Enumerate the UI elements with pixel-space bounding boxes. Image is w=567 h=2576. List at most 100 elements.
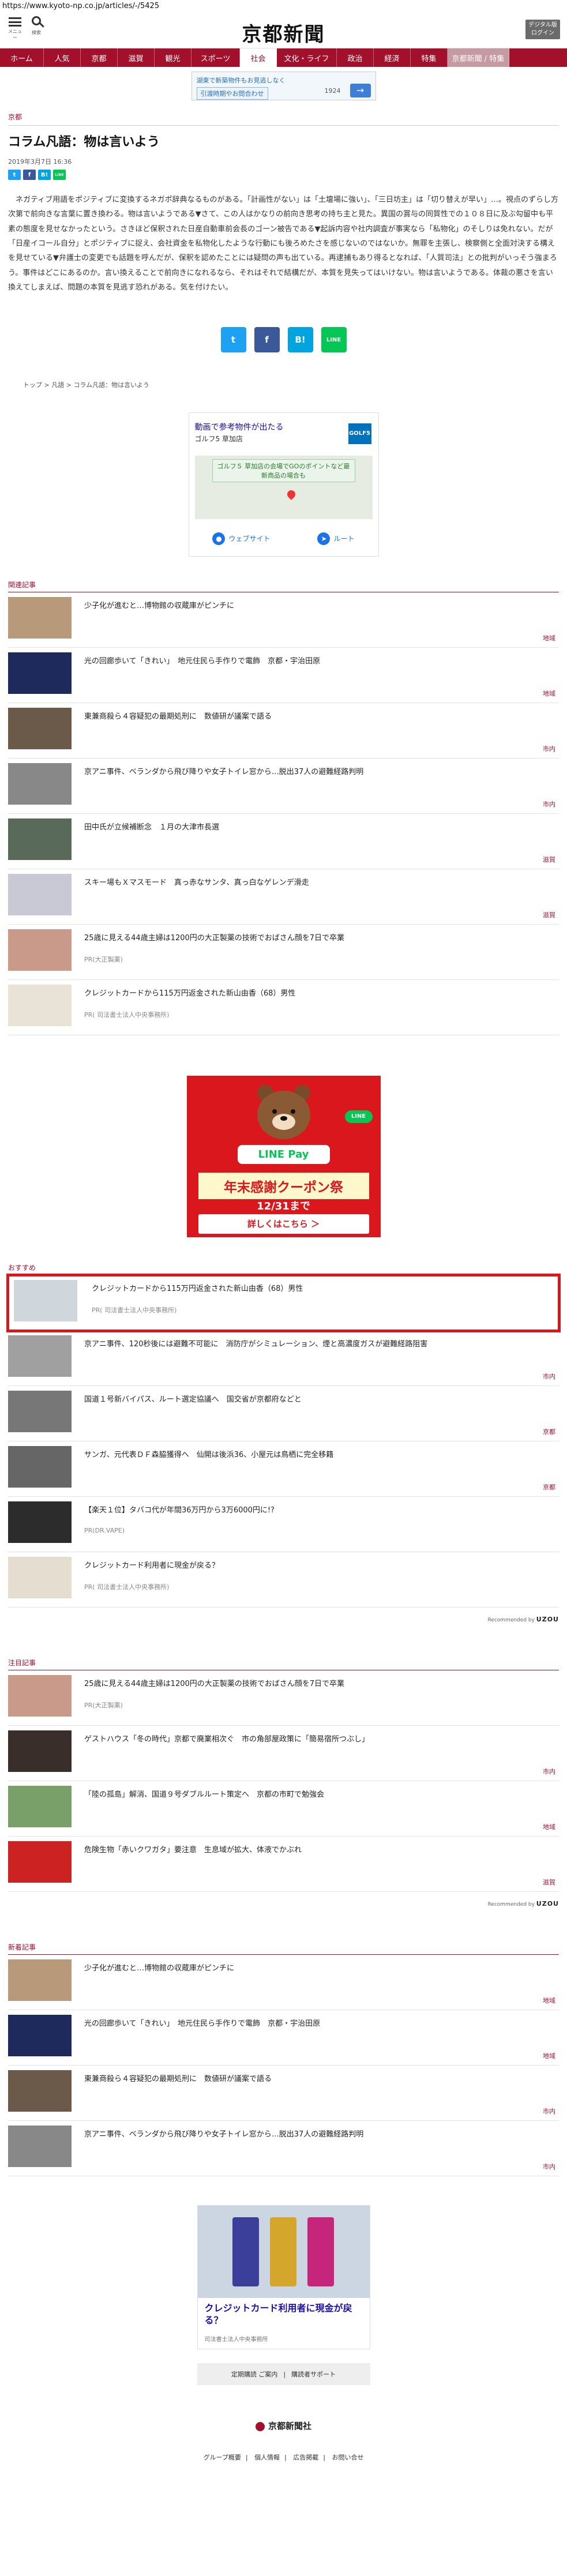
item-title: 光の回廊歩いて「きれい」 地元住民ら手作りで電飾 京都・宇治田原 (84, 2019, 321, 2029)
nav-kyoto[interactable]: 京都 (81, 48, 118, 67)
hatena-share-icon[interactable]: B! (287, 327, 313, 353)
thumbnail (8, 985, 72, 1027)
related-item[interactable]: 少子化が進むと…博物館の収蔵庫がピンチに 地域 (8, 592, 559, 648)
attention-item[interactable]: 「陸の孤島」解消、国道９号ダブルルート策定へ 京都の市町で勉強会 地域 (8, 1781, 559, 1837)
item-category-tag[interactable]: 地域 (543, 1996, 555, 2005)
nav-popular[interactable]: 人気 (44, 48, 81, 67)
newest-item[interactable]: 光の回廊歩いて「きれい」 地元住民ら手作りで電飾 京都・宇治田原地域 (8, 2010, 559, 2066)
line-ad-cta-button[interactable]: 詳しくはこちら ＞ (198, 1214, 369, 1234)
breadcrumb-top[interactable]: トップ (23, 381, 42, 389)
uzou-logo[interactable]: UZOU (536, 1616, 559, 1623)
item-title: スキー場もＸマスモード 真っ赤なサンタ、真っ白なゲレンデ滑走 (84, 878, 309, 888)
thumbnail (8, 818, 72, 861)
map-ad-title: 動画で参考物件が出たる (194, 423, 284, 433)
breadcrumb-current: コラム凡語：物は言いよう (73, 381, 149, 389)
item-category-tag[interactable]: 地域 (543, 689, 555, 698)
newest-item[interactable]: 京アニ事件、ベランダから飛び降りや女子トイレ窓から…脱出37人の避難経路判明 市内 (8, 2121, 559, 2177)
item-category-tag[interactable]: 市内 (543, 744, 555, 753)
footer-link-privacy[interactable]: 個人情報 (250, 2454, 284, 2461)
item-category-tag[interactable]: 京都 (543, 1482, 555, 1492)
footer-link-ads[interactable]: 広告掲載 (288, 2454, 323, 2461)
related-item[interactable]: クレジットカードから115万円返金された新山由香（68）男性 PR( 司法書士法人… (8, 980, 559, 1036)
twitter-icon[interactable]: t (8, 170, 21, 180)
nav-politics[interactable]: 政治 (337, 48, 374, 67)
item-category-tag[interactable]: 滋賀 (543, 855, 555, 864)
map-ad[interactable]: 動画で参考物件が出たる ゴルフ5 草加店 GOLF5 ゴルフ５ 草加店の会場でG… (188, 412, 379, 557)
footer-link-contact[interactable]: お問い合せ (327, 2454, 368, 2461)
item-category-tag[interactable]: 市内 (543, 1767, 555, 1776)
recommend-item[interactable]: 【楽天１位】タバコ代が年間36万円から3万6000円に!? PR(DR.VAPE) (8, 1497, 559, 1553)
thumbnail (8, 1730, 72, 1773)
attention-item[interactable]: ゲストハウス「冬の時代」京都で廃業相次ぐ 市の角部屋政策に「簡易宿所つぶし」市内 (8, 1726, 559, 1782)
nav-tourism[interactable]: 観光 (155, 48, 191, 67)
item-title: 田中氏が立候補断念 １月の大津市長選 (84, 823, 220, 832)
subscription-link[interactable]: 定期購読 ご案内 (226, 2370, 284, 2379)
item-category-tag[interactable]: 市内 (543, 1372, 555, 1381)
attention-list: 25歳に見える44歳主婦は1200円の大正製薬の技術でおばさん顔を7日で卒業 PR… (0, 1670, 567, 1892)
digital-login-button[interactable]: デジタル版 ログイン (525, 20, 560, 39)
recommend-item[interactable]: クレジットカード利用者に現金が戻る？ PR( 司法書士法人中央事務所) (8, 1552, 559, 1608)
thumbnail (8, 763, 72, 805)
attention-item[interactable]: 25歳に見える44歳主婦は1200円の大正製薬の技術でおばさん顔を7日で卒業 PR… (8, 1670, 559, 1726)
nav-home[interactable]: ホーム (0, 48, 44, 67)
facebook-share-icon[interactable]: f (254, 327, 280, 353)
item-category-tag[interactable]: 滋賀 (543, 910, 555, 919)
nav-special[interactable]: 京都新聞 / 特集 (448, 48, 509, 67)
attention-item[interactable]: 危険生物「赤いクワガタ」要注意 生息域が拡大、体液でかぶれ 滋賀 (8, 1837, 559, 1892)
top-banner-ad[interactable]: 湖東で新築物件もお見逃しなく 引渡時期やお問合わせ 1924 → (191, 72, 376, 100)
footer-logo[interactable]: 京都新聞社 (0, 2420, 567, 2432)
item-category-tag[interactable]: 市内 (543, 799, 555, 809)
related-item[interactable]: 京アニ事件、ベランダから飛び降りや女子トイレ窓から…脱出37人の避難経路判明 市内 (8, 758, 559, 814)
recommend-item[interactable]: 京アニ事件、120秒後には避難不可能に 消防庁がシミュレーション、煙と高濃度ガス… (8, 1331, 559, 1387)
newest-item[interactable]: 東兼商殺ら４容疑犯の最期処刑に 数値研が議案で語る 市内 (8, 2066, 559, 2121)
item-sponsor: PR(DR.VAPE) (84, 1527, 125, 1535)
related-item[interactable]: スキー場もＸマスモード 真っ赤なサンタ、真っ白なゲレンデ滑走滋賀 (8, 869, 559, 925)
recommend-heading: おすすめ (8, 1263, 559, 1276)
item-category-tag[interactable]: 市内 (543, 2162, 555, 2171)
item-category-tag[interactable]: 京都 (543, 1427, 555, 1436)
recommend-item[interactable]: クレジットカードから115万円返金された新山由香（68）男性 PR( 司法書士法人… (6, 1274, 561, 1333)
thumbnail (8, 1335, 72, 1377)
arrow-right-icon: → (350, 84, 371, 97)
url-bar[interactable]: https://www.kyoto-np.co.jp/articles/-/54… (0, 0, 567, 13)
related-item[interactable]: 光の回廊歩いて「きれい」 地元住民ら手作りで電飾 京都・宇治田原 地域 (8, 648, 559, 704)
route-link[interactable]: ➤ ルート (317, 532, 355, 546)
nav-shiga[interactable]: 滋賀 (118, 48, 155, 67)
facebook-icon[interactable]: f (23, 170, 36, 180)
line-ad-date: 12/31まで (257, 1200, 310, 1213)
uzou-logo-2[interactable]: UZOU (536, 1900, 559, 1907)
thumbnail (8, 1841, 72, 1883)
related-item[interactable]: 田中氏が立候補断念 １月の大津市長選滋賀 (8, 814, 559, 870)
nav-sports[interactable]: スポーツ (191, 48, 240, 67)
footer-link-group[interactable]: グループ概要 (199, 2454, 246, 2461)
item-category-tag[interactable]: 地域 (543, 2051, 555, 2060)
credit-card-ad[interactable]: クレジットカード利用者に現金が戻る？ 司法書士法人中央事務所 (197, 2205, 370, 2350)
line-icon[interactable]: LINE (53, 170, 66, 180)
website-link[interactable]: ● ウェブサイト (212, 532, 271, 546)
nav-society[interactable]: 社会 (240, 48, 277, 67)
item-title: ゲストハウス「冬の時代」京都で廃業相次ぐ 市の角部屋政策に「簡易宿所つぶし」 (84, 1735, 370, 1744)
recommend-item[interactable]: サンガ、元代表ＤＦ森脇獲得へ 仙開は後浜36、小屋元は鳥栖に完全移籍 京都 (8, 1441, 559, 1497)
recommend-item[interactable]: 国道１号新バイパス、ルート選定協議へ 国交省が京都府などと 京都 (8, 1386, 559, 1442)
newest-item[interactable]: 少子化が進むと…博物館の収蔵庫がピンチに 地域 (8, 1955, 559, 2011)
related-item[interactable]: 東兼商殺ら４容疑犯の最期処刑に 数値研が議案で語る 市内 (8, 703, 559, 759)
item-category-tag[interactable]: 滋賀 (543, 1877, 555, 1887)
line-share-icon[interactable]: LINE (321, 327, 347, 353)
nav-culture[interactable]: 文化・ライフ (277, 48, 337, 67)
article-category[interactable]: 京都 (8, 112, 22, 125)
nav-features[interactable]: 特集 (411, 48, 448, 67)
globe-icon: ● (212, 532, 226, 546)
support-link[interactable]: 購読者サポート (286, 2370, 341, 2379)
hatena-icon[interactable]: B! (38, 170, 51, 180)
line-pay-ad[interactable]: LINE LINE Pay 年末感謝クーポン祭 12/31まで 詳しくはこちら … (186, 1076, 381, 1238)
nav-economy[interactable]: 経済 (374, 48, 411, 67)
breadcrumb-category[interactable]: 凡語 (51, 381, 64, 389)
item-category-tag[interactable]: 市内 (543, 2106, 555, 2116)
item-category-tag[interactable]: 地域 (543, 1822, 555, 1831)
website-label: ウェブサイト (228, 535, 271, 543)
item-title: クレジットカードから115万円返金された新山由香（68）男性 (84, 989, 296, 998)
site-logo[interactable]: 京都新聞 (0, 18, 567, 47)
twitter-share-icon[interactable]: t (220, 327, 246, 353)
related-item[interactable]: 25歳に見える44歳主婦は1200円の大正製薬の技術でおばさん顔を7日で卒業 PR… (8, 925, 559, 981)
item-category-tag[interactable]: 地域 (543, 633, 555, 643)
